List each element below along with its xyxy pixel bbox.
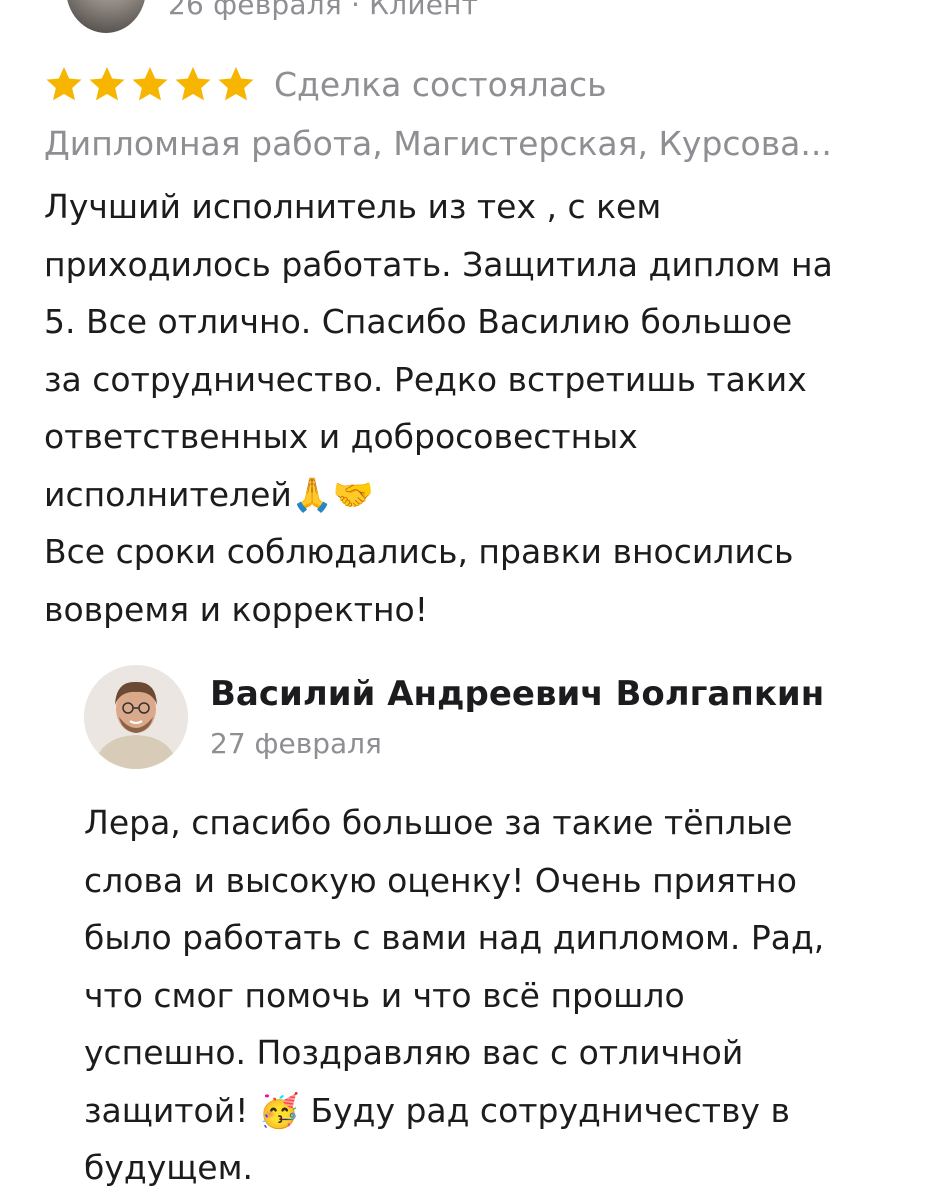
reply-author-name[interactable]: Василий Андреевич Волгапкин bbox=[210, 666, 824, 722]
reply-date: 27 февраля bbox=[210, 727, 382, 760]
reviewer-avatar[interactable] bbox=[66, 0, 146, 33]
order-categories: Дипломная работа, Магистерская, Курсова.… bbox=[44, 124, 832, 163]
rating-row: Сделка состоялась bbox=[44, 56, 607, 112]
star-icon bbox=[218, 67, 254, 101]
star-icon bbox=[46, 67, 82, 101]
rating-stars bbox=[44, 64, 256, 104]
review-meta: 26 февраля · Клиент bbox=[168, 0, 479, 21]
star-icon bbox=[89, 67, 125, 101]
star-icon bbox=[132, 67, 168, 101]
star-icon bbox=[175, 67, 211, 101]
reply-text: Лера, спасибо большое за такие тёплые сл… bbox=[84, 803, 825, 1187]
review-text: Лучший исполнитель из тех , с кем приход… bbox=[44, 187, 833, 629]
author-avatar[interactable] bbox=[84, 665, 188, 769]
person-photo-icon bbox=[84, 665, 188, 769]
deal-status: Сделка состоялась bbox=[274, 64, 607, 104]
